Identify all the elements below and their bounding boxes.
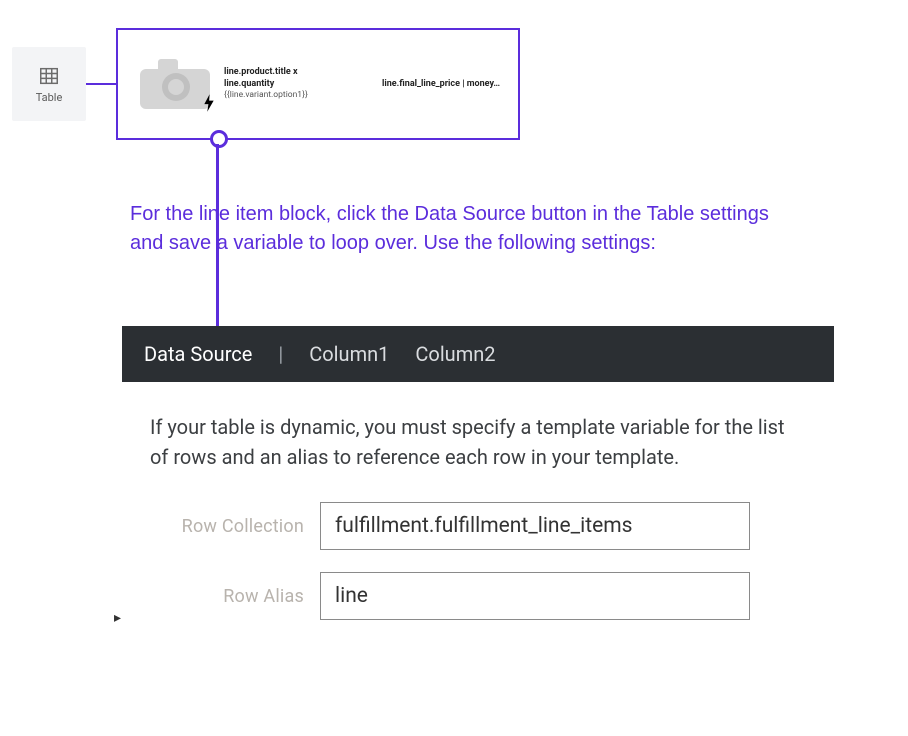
tab-column1[interactable]: Column1	[309, 342, 389, 366]
tab-data-source[interactable]: Data Source	[144, 342, 252, 366]
callout-connector-horizontal	[86, 83, 116, 85]
line-qty-expr: line.quantity	[224, 78, 344, 90]
callout-dot	[210, 130, 228, 148]
field-row-alias: Row Alias	[150, 572, 806, 620]
row-collection-input[interactable]	[320, 502, 750, 550]
row-alias-input[interactable]	[320, 572, 750, 620]
table-block-badge[interactable]: Table	[12, 47, 86, 121]
row-collection-label: Row Collection	[150, 516, 320, 537]
table-settings-panel: Data Source | Column1 Column2 If your ta…	[122, 326, 834, 668]
tab-column2[interactable]: Column2	[415, 342, 495, 366]
line-item-text-column: line.product.title x line.quantity {{lin…	[224, 66, 344, 102]
bolt-icon	[202, 94, 216, 117]
table-badge-label: Table	[36, 91, 63, 104]
panel-body: If your table is dynamic, you must speci…	[122, 382, 834, 668]
product-image-placeholder	[140, 59, 210, 109]
callout-caption: For the line item block, click the Data …	[130, 200, 770, 258]
line-price-expr: line.final_line_price | money…	[382, 79, 500, 89]
top-row: Table line.product.title x line.quantity…	[12, 28, 520, 140]
panel-description: If your table is dynamic, you must speci…	[150, 412, 806, 472]
line-variant-expr: {{line.variant.option1}}	[224, 90, 344, 101]
panel-pointer-icon: ▸	[114, 610, 121, 626]
row-alias-label: Row Alias	[150, 586, 320, 607]
table-icon	[38, 65, 60, 87]
line-item-block[interactable]: line.product.title x line.quantity {{lin…	[116, 28, 520, 140]
panel-tabbar: Data Source | Column1 Column2	[122, 326, 834, 382]
field-row-collection: Row Collection	[150, 502, 806, 550]
line-title-expr: line.product.title x	[224, 66, 344, 78]
tab-separator: |	[278, 342, 283, 366]
